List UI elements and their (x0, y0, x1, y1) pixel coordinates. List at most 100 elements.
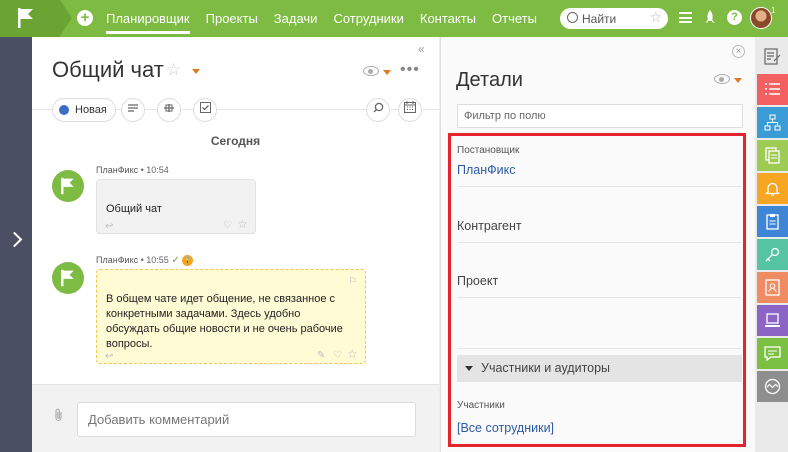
fields-button[interactable] (157, 98, 181, 122)
message-meta: ПланФикс • 10:54 (96, 165, 169, 175)
title-dropdown-icon[interactable] (192, 69, 200, 74)
chat-panel: « Общий чат ☆ ••• Новая Сегодня ПланФикс… (32, 37, 439, 452)
message-text: В общем чате идет общение, не связанное … (106, 293, 343, 350)
user-avatar[interactable] (750, 7, 772, 29)
checklist-button[interactable] (193, 98, 217, 122)
participants-section-toggle[interactable]: Участники и аудиторы (457, 355, 742, 382)
field-divider (457, 348, 742, 349)
left-collapsed-panel[interactable] (0, 37, 32, 452)
like-heart-icon[interactable]: ♡ (223, 218, 232, 233)
list-tool[interactable] (757, 74, 788, 105)
favorite-star-icon[interactable]: ☆ (166, 60, 181, 80)
structure-icon (764, 114, 781, 131)
contacts-tool[interactable] (757, 272, 788, 303)
message-text: Общий чат (106, 203, 162, 215)
notes-tool[interactable] (757, 41, 788, 72)
nav-tasks[interactable]: Задачи (266, 0, 326, 37)
checklist-icon (199, 102, 211, 113)
participants-label: Участники (457, 400, 505, 411)
field-filter-input[interactable]: Фильтр по полю (457, 104, 743, 128)
watch-dropdown-icon[interactable] (734, 78, 742, 83)
documents-icon (765, 147, 780, 164)
assigner-value-link[interactable]: ПланФикс (457, 163, 515, 177)
comment-area: Добавить комментарий (32, 384, 439, 452)
search-input[interactable]: Найти ☆ (560, 8, 668, 29)
add-icon[interactable]: + (77, 10, 93, 26)
contractor-field[interactable]: Контрагент (457, 219, 522, 233)
edit-note-icon (764, 48, 781, 65)
attach-clip-icon[interactable] (54, 408, 64, 425)
nav-projects[interactable]: Проекты (198, 0, 266, 37)
text-lines-icon (128, 104, 138, 112)
page-title: Общий чат (52, 57, 164, 82)
message-time: 10:55 (146, 255, 169, 265)
message-author[interactable]: ПланФикс (96, 165, 138, 175)
key-icon (765, 247, 780, 262)
help-icon[interactable]: ? (727, 10, 742, 25)
approvals-tool[interactable] (757, 305, 788, 336)
lock-icon: 🔒 (182, 255, 194, 267)
planfix-logo[interactable] (0, 0, 60, 37)
nav-reports[interactable]: Отчеты (484, 0, 545, 37)
watch-eye-icon[interactable] (363, 66, 379, 76)
expand-arrow-icon[interactable] (6, 231, 23, 248)
structure-tool[interactable] (757, 107, 788, 138)
search-icon (567, 12, 578, 23)
description-button[interactable] (121, 98, 145, 122)
status-button[interactable]: Новая (52, 98, 116, 122)
star-icon[interactable]: ☆ (237, 217, 248, 232)
activity-tool[interactable] (757, 371, 788, 402)
nav-employees[interactable]: Сотрудники (325, 0, 411, 37)
nav-contacts[interactable]: Контакты (412, 0, 484, 37)
participants-value-link[interactable]: [Все сотрудники] (457, 421, 554, 435)
day-separator: Сегодня (210, 134, 261, 148)
collapse-icon[interactable]: « (418, 42, 425, 56)
details-title: Детали (456, 69, 523, 91)
read-check-icon: ✓ (171, 255, 180, 266)
chat-icon (764, 346, 781, 362)
chat-tool[interactable] (757, 338, 788, 369)
close-icon[interactable]: × (732, 45, 745, 58)
main-nav: Планировщик Проекты Задачи Сотрудники Ко… (98, 0, 545, 37)
menu-icon[interactable] (679, 12, 692, 23)
top-bar: + Планировщик Проекты Задачи Сотрудники … (0, 0, 788, 37)
message-author[interactable]: ПланФикс (96, 255, 138, 265)
star-icon[interactable]: ☆ (347, 347, 358, 362)
flag-logo-icon (61, 269, 74, 287)
search-icon (373, 102, 383, 113)
message-avatar[interactable] (52, 262, 84, 294)
comment-input[interactable]: Добавить комментарий (77, 402, 416, 437)
reply-icon[interactable]: ↩ (105, 349, 113, 364)
more-options-icon[interactable]: ••• (400, 61, 420, 79)
rocket-icon[interactable] (704, 9, 716, 29)
message-avatar[interactable] (52, 170, 84, 202)
field-divider (457, 297, 742, 298)
field-divider (457, 242, 742, 243)
like-heart-icon[interactable]: ♡ (333, 348, 342, 363)
watch-eye-icon[interactable] (714, 74, 730, 84)
tasks-tool[interactable] (757, 206, 788, 237)
documents-tool[interactable] (757, 140, 788, 171)
logo-chevron (60, 0, 72, 36)
contact-card-icon (765, 279, 780, 296)
chat-search-button[interactable] (366, 98, 390, 122)
star-icon[interactable]: ☆ (649, 9, 662, 26)
notifications-tool[interactable] (757, 173, 788, 204)
status-dot-icon (59, 105, 69, 115)
project-field[interactable]: Проект (457, 274, 498, 288)
message-bubble: ⚐ В общем чате идет общение, не связанно… (96, 269, 366, 364)
calendar-icon (404, 101, 416, 113)
right-tool-strip (755, 37, 788, 452)
pin-icon[interactable]: ✎ (317, 348, 325, 363)
flag-logo-icon (18, 8, 33, 28)
access-tool[interactable] (757, 239, 788, 270)
reply-icon[interactable]: ↩ (105, 219, 113, 234)
flag-logo-icon (61, 177, 74, 195)
flag-icon[interactable]: ⚐ (348, 274, 357, 289)
nav-planner[interactable]: Планировщик (98, 0, 198, 37)
watch-dropdown-icon[interactable] (383, 70, 391, 75)
field-divider (457, 186, 742, 187)
activity-icon (764, 378, 781, 395)
details-panel: × Детали Фильтр по полю Постановщик План… (440, 37, 755, 452)
calendar-button[interactable] (398, 98, 422, 122)
